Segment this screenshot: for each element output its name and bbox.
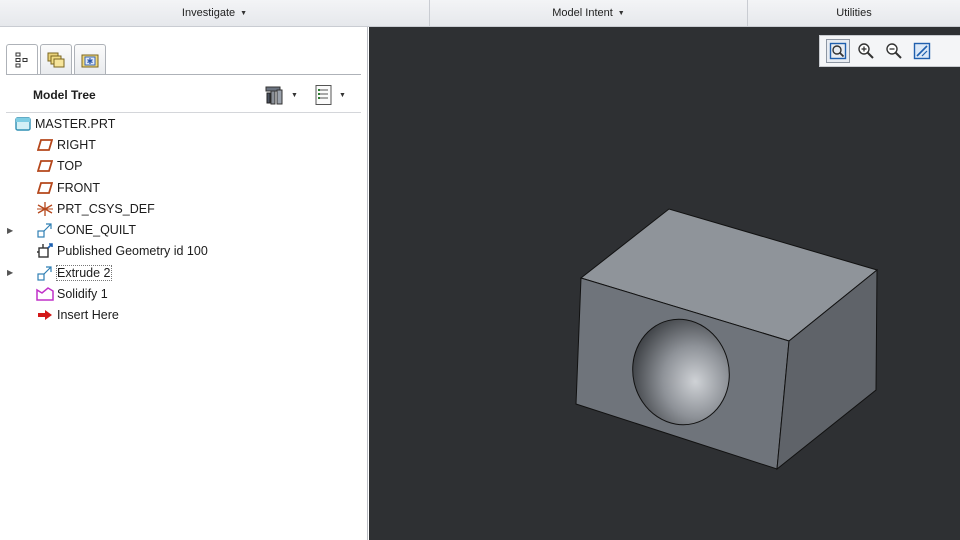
utilities-group-menu[interactable]: Utilities bbox=[748, 0, 960, 26]
tree-item-label: RIGHT bbox=[57, 137, 96, 152]
tree-columns-icon bbox=[315, 85, 332, 105]
published-geometry-icon bbox=[36, 243, 54, 259]
tree-item-prt-csys-def[interactable]: PRT_CSYS_DEF bbox=[0, 198, 368, 219]
insert-arrow-icon bbox=[36, 307, 54, 323]
model-intent-label: Model Intent bbox=[552, 7, 613, 19]
favorites-tab-icon: ✱ bbox=[81, 54, 99, 67]
tree-item-label: FRONT bbox=[57, 180, 101, 195]
tree-root-master-prt[interactable]: MASTER.PRT bbox=[0, 113, 368, 134]
zoom-in-button[interactable] bbox=[854, 39, 878, 63]
tree-item-published-geometry[interactable]: Published Geometry id 100 bbox=[0, 241, 368, 262]
solidify-icon bbox=[36, 286, 54, 302]
tree-settings-icon bbox=[265, 86, 283, 105]
model-tree-title: Model Tree bbox=[33, 88, 96, 102]
caret-down-icon: ▼ bbox=[617, 9, 625, 17]
part-model bbox=[575, 208, 879, 471]
datum-plane-icon bbox=[36, 180, 54, 196]
model-intent-group-menu[interactable]: Model Intent ▼ bbox=[430, 0, 748, 26]
model-tree-header: Model Tree ▼ ▼ bbox=[6, 77, 361, 113]
tree-item-right[interactable]: RIGHT bbox=[0, 134, 368, 155]
folder-browser-tab[interactable] bbox=[40, 44, 72, 74]
tree-columns-button[interactable]: ▼ bbox=[314, 83, 346, 107]
refit-button[interactable] bbox=[826, 39, 850, 63]
zoom-in-icon bbox=[858, 43, 874, 59]
datum-plane-icon bbox=[36, 158, 54, 174]
tree-settings-button[interactable]: ▼ bbox=[264, 83, 298, 107]
folder-browser-tab-icon bbox=[47, 52, 65, 67]
tree-item-label: CONE_QUILT bbox=[57, 223, 136, 238]
repaint-button[interactable] bbox=[910, 39, 934, 63]
repaint-icon bbox=[913, 42, 931, 60]
tree-item-insert-here[interactable]: Insert Here bbox=[0, 305, 368, 326]
model-tree-tab-icon bbox=[15, 52, 28, 68]
tree-root-label: MASTER.PRT bbox=[35, 116, 116, 131]
coordinate-system-icon bbox=[36, 201, 54, 217]
ribbon-group-bar: Investigate ▼ Model Intent ▼ Utilities bbox=[0, 0, 960, 27]
navigator-panel: ✱ Model Tree ▼ ▼ MASTER.PRT RIGHT TOP FR… bbox=[0, 27, 368, 540]
tree-item-extrude-2[interactable]: ▶ Extrude 2 bbox=[0, 262, 368, 283]
svg-text:✱: ✱ bbox=[87, 57, 94, 66]
favorites-tab[interactable]: ✱ bbox=[74, 44, 106, 74]
datum-plane-icon bbox=[36, 137, 54, 153]
quilt-feature-icon bbox=[36, 265, 54, 281]
graphics-viewport[interactable] bbox=[369, 27, 960, 540]
investigate-group-menu[interactable]: Investigate ▼ bbox=[0, 0, 430, 26]
model-tree-tab[interactable] bbox=[6, 44, 38, 75]
tab-underline bbox=[6, 74, 361, 75]
caret-down-icon: ▼ bbox=[291, 91, 298, 99]
model-tree: MASTER.PRT RIGHT TOP FRONT PRT_CSYS_DEF … bbox=[0, 113, 368, 326]
tree-item-cone-quilt[interactable]: ▶ CONE_QUILT bbox=[0, 219, 368, 240]
tree-item-label: PRT_CSYS_DEF bbox=[57, 201, 155, 216]
expand-arrow-icon[interactable]: ▶ bbox=[7, 226, 13, 235]
caret-down-icon: ▼ bbox=[240, 9, 248, 17]
part-icon bbox=[14, 116, 32, 132]
tree-item-label: Published Geometry id 100 bbox=[57, 244, 208, 259]
navigator-tabs: ✱ bbox=[6, 44, 106, 75]
graphics-view-toolbar bbox=[819, 35, 960, 67]
tree-item-solidify-1[interactable]: Solidify 1 bbox=[0, 283, 368, 304]
tree-item-label: TOP bbox=[57, 159, 83, 174]
quilt-feature-icon bbox=[36, 222, 54, 238]
tree-item-label: Solidify 1 bbox=[57, 287, 108, 302]
tree-item-top[interactable]: TOP bbox=[0, 156, 368, 177]
zoom-out-button[interactable] bbox=[882, 39, 906, 63]
refit-icon bbox=[829, 42, 847, 60]
investigate-label: Investigate bbox=[181, 7, 236, 19]
expand-arrow-icon[interactable]: ▶ bbox=[7, 268, 13, 277]
zoom-out-icon bbox=[886, 43, 902, 59]
utilities-label: Utilities bbox=[836, 7, 872, 19]
tree-item-label: Insert Here bbox=[57, 308, 119, 323]
tree-item-front[interactable]: FRONT bbox=[0, 177, 368, 198]
tree-item-label: Extrude 2 bbox=[56, 264, 112, 281]
caret-down-icon: ▼ bbox=[339, 91, 346, 99]
